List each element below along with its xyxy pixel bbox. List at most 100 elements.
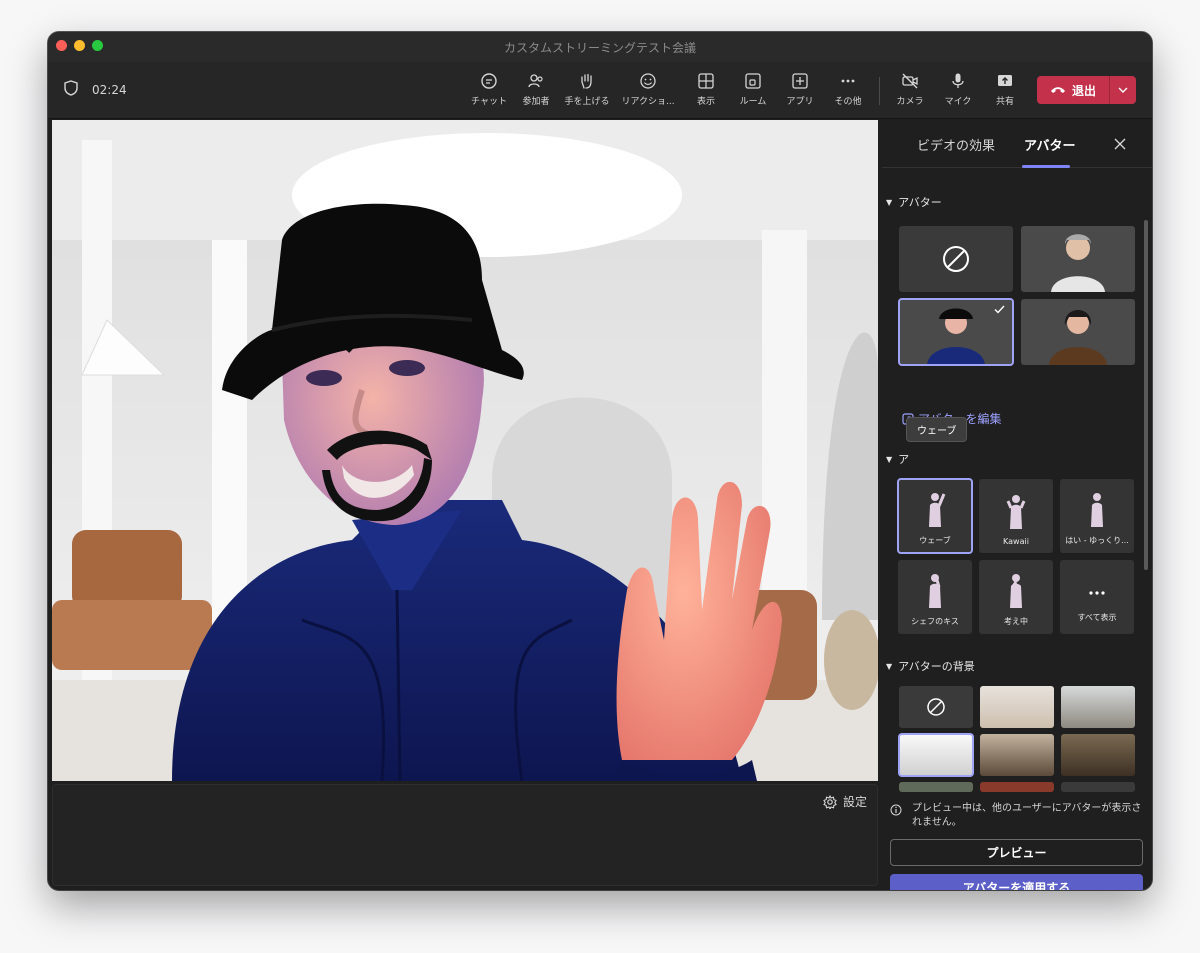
share-label: 共有 xyxy=(995,97,1014,107)
people-icon xyxy=(528,74,543,88)
reaction-yes-slowly[interactable]: はい - ゆっくり... xyxy=(1060,479,1134,553)
mic-button[interactable]: マイク xyxy=(933,72,983,107)
view-button[interactable]: 表示 xyxy=(681,72,731,107)
background-option-3-selected[interactable] xyxy=(898,733,974,777)
avatar-option-none[interactable] xyxy=(899,226,1013,292)
view-label: 表示 xyxy=(696,97,715,107)
reaction-label: 考え中 xyxy=(1004,617,1028,626)
background-option-6[interactable] xyxy=(899,782,973,792)
rooms-button[interactable]: ルーム xyxy=(728,72,778,107)
effects-panel: ビデオの効果 アバター ▼ アバター ▼ ア ウェーブ ウェーブ Kawaii … xyxy=(882,120,1152,890)
raise-hand-label: 手を上げる xyxy=(564,97,610,107)
more-icon xyxy=(841,79,855,83)
caret-down-icon: ▼ xyxy=(886,454,893,464)
chat-label: チャット xyxy=(471,97,507,107)
background-option-7[interactable] xyxy=(980,782,1054,792)
chat-icon xyxy=(481,73,497,89)
background-option-2[interactable] xyxy=(1061,686,1135,728)
background-option-4[interactable] xyxy=(980,734,1054,776)
teams-meeting-window: カスタムストリーミングテスト会議 02:24 チャット 参加者 手を上げる リア… xyxy=(48,32,1152,890)
background-option-5[interactable] xyxy=(1061,734,1135,776)
background-section-header[interactable]: ▼ アバターの背景 xyxy=(886,658,975,674)
avatar-option-3[interactable] xyxy=(1021,299,1135,365)
avatar-option-2-selected[interactable] xyxy=(898,298,1014,366)
prohibited-icon xyxy=(927,698,945,716)
camera-button[interactable]: カメラ xyxy=(885,72,935,107)
nod-figure-icon xyxy=(1091,493,1103,527)
preview-notice-text: プレビュー中は、他のユーザーにアバターが表示されません。 xyxy=(912,803,1142,828)
rooms-icon xyxy=(745,73,761,89)
toolbar-divider xyxy=(879,77,880,105)
background-section-title: アバターの背景 xyxy=(898,660,975,673)
minimize-window-button[interactable] xyxy=(74,40,85,51)
reaction-kawaii[interactable]: Kawaii xyxy=(979,479,1053,553)
active-tab-indicator xyxy=(1022,165,1070,168)
reaction-label: すべて表示 xyxy=(1077,612,1117,622)
info-icon xyxy=(890,804,902,816)
window-controls xyxy=(56,40,103,51)
share-button[interactable]: 共有 xyxy=(980,72,1030,107)
reaction-label: はい - ゆっくり... xyxy=(1065,536,1129,545)
apps-label: アプリ xyxy=(786,97,814,107)
avatar-option-1[interactable] xyxy=(1021,226,1135,292)
settings-label: 設定 xyxy=(842,795,867,809)
chevron-down-icon xyxy=(1118,87,1128,93)
reaction-thinking[interactable]: 考え中 xyxy=(979,560,1053,634)
reactions-section-header[interactable]: ▼ ア xyxy=(886,451,909,467)
caret-down-icon: ▼ xyxy=(886,197,893,207)
close-panel-button[interactable] xyxy=(1114,134,1126,155)
reaction-icon xyxy=(640,73,656,89)
self-view-area: 設定 xyxy=(52,784,878,886)
caret-down-icon: ▼ xyxy=(886,661,893,671)
apps-button[interactable]: アプリ xyxy=(775,72,825,107)
title-bar: カスタムストリーミングテスト会議 xyxy=(48,32,1152,62)
apply-avatar-button[interactable]: アバターを適用する xyxy=(890,874,1143,890)
reaction-chefs-kiss[interactable]: シェフのキス xyxy=(898,560,972,634)
avatar-section-header[interactable]: ▼ アバター xyxy=(886,194,942,210)
close-window-button[interactable] xyxy=(56,40,67,51)
reactions-button[interactable]: リアクショ... xyxy=(621,72,675,107)
avatar-thumbnail xyxy=(1049,310,1107,365)
more-icon xyxy=(1089,590,1105,595)
reaction-tooltip: ウェーブ xyxy=(906,417,968,442)
background-option-1[interactable] xyxy=(980,686,1054,728)
reaction-label: ウェーブ xyxy=(919,536,951,545)
panel-scrollbar[interactable] xyxy=(1144,220,1148,570)
preview-notice: プレビュー中は、他のユーザーにアバターが表示されません。 xyxy=(890,802,1145,830)
hang-up-icon xyxy=(1050,87,1065,93)
apps-icon xyxy=(792,73,808,89)
camera-label: カメラ xyxy=(896,97,924,107)
zoom-window-button[interactable] xyxy=(92,40,103,51)
preview-button[interactable]: プレビュー xyxy=(890,839,1143,866)
reaction-wave[interactable]: ウェーブ xyxy=(897,478,973,554)
leave-options-button[interactable] xyxy=(1110,76,1136,104)
background-option-none[interactable] xyxy=(899,686,973,728)
reactions-label: リアクショ... xyxy=(621,97,675,107)
chefs-kiss-figure-icon xyxy=(929,574,941,608)
background-option-8[interactable] xyxy=(1061,782,1135,792)
leave-button[interactable]: 退出 xyxy=(1037,76,1136,104)
tab-video-effects[interactable]: ビデオの効果 xyxy=(917,135,995,154)
participants-label: 参加者 xyxy=(522,97,550,107)
more-button[interactable]: その他 xyxy=(823,72,873,107)
participants-button[interactable]: 参加者 xyxy=(511,72,561,107)
raise-hand-button[interactable]: 手を上げる xyxy=(562,72,612,107)
mic-icon xyxy=(952,73,964,88)
shield-icon[interactable] xyxy=(64,80,78,99)
tab-avatar[interactable]: アバター xyxy=(1024,135,1075,154)
camera-off-icon xyxy=(902,73,918,89)
prohibited-icon xyxy=(943,246,969,272)
rooms-label: ルーム xyxy=(739,97,767,107)
checkmark-icon xyxy=(994,305,1005,314)
share-icon xyxy=(998,75,1012,86)
avatar-video xyxy=(52,120,878,781)
video-stage xyxy=(52,120,878,781)
chat-button[interactable]: チャット xyxy=(464,72,514,107)
panel-tabs: ビデオの効果 アバター xyxy=(882,120,1152,168)
leave-label: 退出 xyxy=(1071,83,1096,98)
reaction-show-all[interactable]: すべて表示 xyxy=(1060,560,1134,634)
thinking-figure-icon xyxy=(1010,574,1022,608)
mic-label: マイク xyxy=(944,97,972,107)
settings-button[interactable]: 設定 xyxy=(823,793,867,810)
kawaii-figure-icon xyxy=(1006,495,1026,529)
